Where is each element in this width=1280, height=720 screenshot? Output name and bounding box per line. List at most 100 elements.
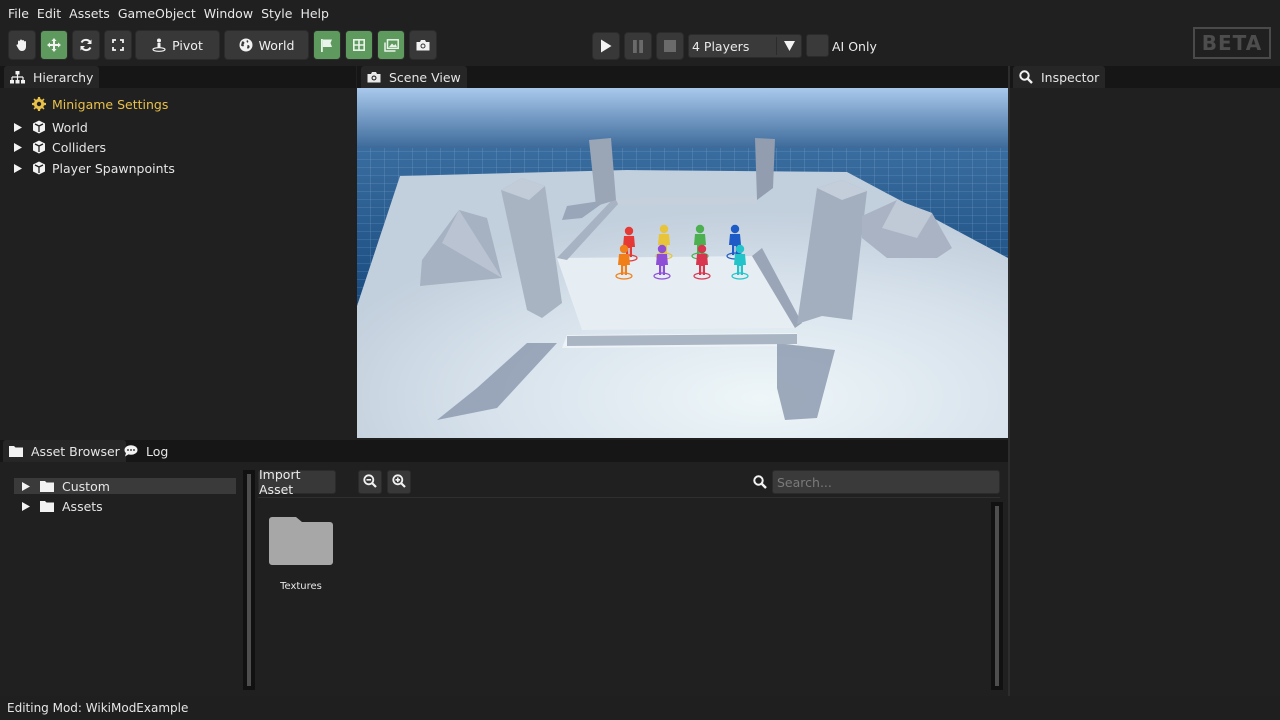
asset-tree-label: Assets [62,498,103,514]
rotate-icon [79,38,93,52]
expand-arrow-icon[interactable] [12,122,24,132]
player-head [624,226,634,236]
status-text: Editing Mod: WikiModExample [7,701,189,715]
tab-asset-browser[interactable]: Asset Browser [3,440,126,462]
folder-icon [40,480,54,492]
hierarchy-item-label: Player Spawnpoints [52,160,175,176]
scale-tool-button[interactable] [104,30,132,60]
expand-arrow-icon[interactable] [12,163,24,173]
expand-arrow-icon[interactable] [12,142,24,152]
camera-icon [416,39,430,51]
scene-viewport[interactable] [357,88,1008,438]
cube-icon [32,140,46,154]
player-head [695,224,705,234]
player-head [735,244,745,254]
toolbar: Pivot World [0,26,1280,66]
expand-icon [112,39,124,51]
player-head [657,244,667,254]
world-button[interactable]: World [224,30,309,60]
tab-log-label: Log [146,443,169,459]
expand-arrow-icon[interactable] [22,501,32,511]
move-tool-button[interactable] [40,30,68,60]
grid-toggle-button[interactable] [345,30,373,60]
menu-gameobject[interactable]: GameObject [114,6,200,21]
asset-item-textures[interactable]: Textures [264,516,338,592]
toolbar-divider [258,497,1000,498]
hand-tool-button[interactable] [8,30,36,60]
asset-tree-label: Custom [62,478,110,494]
inspector-tabbar: Inspector [1010,66,1280,88]
beta-badge: BETA [1193,27,1271,59]
asset-grid-scrollbar[interactable] [991,502,1003,690]
menu-help[interactable]: Help [296,6,333,21]
menu-style[interactable]: Style [257,6,296,21]
pivot-button[interactable]: Pivot [135,30,220,60]
tab-hierarchy[interactable]: Hierarchy [4,66,100,88]
menu-assets[interactable]: Assets [65,6,114,21]
menu-window[interactable]: Window [200,6,257,21]
grid-icon [353,39,365,51]
tab-inspector-label: Inspector [1041,69,1100,85]
tab-asset-browser-label: Asset Browser [31,443,120,459]
chat-icon [124,445,138,457]
status-bar: Editing Mod: WikiModExample [0,696,1280,720]
asset-search-input[interactable] [772,470,1000,494]
folder-icon [40,500,54,512]
screenshot-button[interactable] [409,30,437,60]
menu-edit[interactable]: Edit [33,6,65,21]
images-toggle-button[interactable] [377,30,405,60]
tab-log[interactable]: Log [118,440,174,462]
tab-scene-view[interactable]: Scene View [361,66,467,88]
zoom-in-icon [392,473,406,491]
pivot-label: Pivot [172,37,203,53]
asset-tree-item-custom[interactable]: Custom [14,478,236,494]
pause-icon [632,39,644,53]
scene-tabbar: Scene View [357,66,1008,88]
hierarchy-item-player-spawnpoints[interactable]: Player Spawnpoints [12,158,175,178]
play-button[interactable] [592,32,620,60]
tab-inspector[interactable]: Inspector [1013,66,1106,88]
play-icon [600,39,612,53]
hierarchy-item-label: Colliders [52,139,107,155]
players-select-value: 4 Players [692,38,750,54]
globe-icon [239,38,253,52]
search-icon [753,475,767,492]
hierarchy-item-minigame-settings[interactable]: Minigame Settings [12,94,168,114]
import-asset-button[interactable]: Import Asset [258,467,336,497]
folder-icon [268,517,334,569]
tree-scrollbar[interactable] [243,470,255,690]
hierarchy-icon [10,70,25,84]
scrollbar-thumb[interactable] [247,474,251,686]
inspector-panel [1010,88,1280,696]
zoom-out-button[interactable] [358,470,382,494]
hierarchy-item-world[interactable]: World [12,117,88,137]
flag-toggle-button[interactable] [313,30,341,60]
cube-icon [32,120,46,134]
rotate-tool-button[interactable] [72,30,100,60]
stop-icon [664,40,676,52]
players-select[interactable]: 4 Players [688,34,802,58]
world-label: World [258,37,295,53]
search-icon [1019,70,1033,84]
hierarchy-item-colliders[interactable]: Colliders [12,137,106,157]
expand-arrow-icon[interactable] [22,481,32,491]
pause-button[interactable] [624,32,652,60]
scrollbar-thumb[interactable] [995,506,999,686]
asset-tree-item-assets[interactable]: Assets [14,498,236,514]
camera-icon [367,71,381,83]
zoom-in-button[interactable] [387,470,411,494]
hierarchy-tabbar: Hierarchy [0,66,356,88]
folder-icon [9,445,23,457]
tab-scene-view-label: Scene View [389,69,461,85]
ai-only-checkbox[interactable] [806,34,829,57]
hierarchy-panel: Minigame Settings World Colliders Player… [0,88,356,438]
bottom-tabbar: Asset Browser Log [0,440,1008,462]
player-head [730,224,740,234]
tab-hierarchy-label: Hierarchy [33,69,94,85]
menu-file[interactable]: File [4,6,33,21]
stop-button[interactable] [656,32,684,60]
hand-icon [15,38,29,52]
asset-item-label: Textures [280,581,322,592]
flag-icon [321,38,333,52]
player-head [659,224,669,234]
